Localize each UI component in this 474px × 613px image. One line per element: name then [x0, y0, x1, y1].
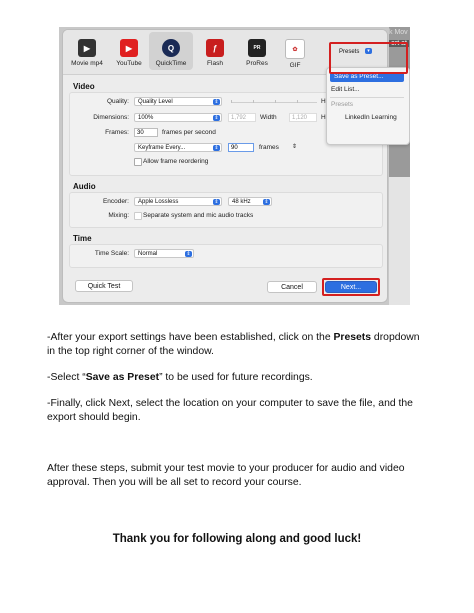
mixing-label: Mixing: [108, 212, 129, 219]
video-section-title: Video [73, 82, 95, 91]
dimensions-label: Dimensions: [93, 114, 129, 121]
p2-pre: -Select “ [47, 372, 86, 383]
format-movie-mp4[interactable]: ▶ Movie mp4 [65, 36, 109, 67]
instruction-paragraph-2: -Select “Save as Preset” to be used for … [47, 371, 427, 385]
gif-icon: ✿ [285, 39, 305, 59]
chevron-updown-icon: ⇕ [213, 115, 220, 121]
audio-section-title: Audio [73, 182, 96, 191]
width-field: 1,792 [228, 113, 256, 122]
allow-frame-reordering-checkbox[interactable] [134, 158, 142, 166]
frames-field[interactable]: 30 [134, 128, 158, 137]
instruction-paragraph-1: -After your export settings have been es… [47, 331, 427, 359]
chevron-updown-icon: ⇕ [185, 251, 192, 257]
slider-tick [297, 100, 298, 103]
format-gif[interactable]: ✿ GIF [273, 36, 317, 69]
quick-test-button[interactable]: Quick Test [75, 280, 133, 292]
p2-bold: Save as Preset [85, 372, 160, 383]
time-scale-value: Normal [138, 251, 158, 257]
next-button-highlight [322, 278, 380, 296]
sample-rate-select[interactable]: 48 kHz ⇕ [228, 197, 272, 206]
frames-unit: frames per second [162, 129, 216, 136]
format-youtube[interactable]: ▶ YouTube [107, 36, 151, 67]
keyframe-value: Keyframe Every... [138, 145, 186, 151]
width-label: Width [260, 114, 277, 121]
background-window-body [389, 177, 410, 305]
dimensions-select[interactable]: 100% ⇕ [134, 113, 222, 122]
keyframe-unit: frames [259, 144, 279, 151]
slider-tick [231, 100, 232, 103]
chevron-updown-icon: ⇕ [213, 99, 220, 105]
instruction-paragraph-3: -Finally, click Next, select the locatio… [47, 398, 413, 423]
quality-select[interactable]: Quality Level ⇕ [134, 97, 222, 106]
keyframe-select[interactable]: Keyframe Every... ⇕ [134, 143, 222, 152]
cancel-button[interactable]: Cancel [267, 281, 317, 293]
quality-slider[interactable] [231, 102, 317, 103]
format-label: Flash [207, 60, 223, 67]
stepper-icon[interactable]: ⇕ [292, 143, 297, 150]
p2-post: ” to be used for future recordings. [159, 372, 313, 383]
chevron-updown-icon: ⇕ [213, 199, 220, 205]
p1-bold: Presets [333, 332, 372, 343]
edit-list-item[interactable]: Edit List... [331, 86, 360, 93]
slider-tick [275, 100, 276, 103]
slider-tick [253, 100, 254, 103]
background-window-title: k Mov [389, 29, 408, 36]
keyframe-number-field[interactable]: 90 [228, 143, 254, 152]
sample-rate-value: 48 kHz [232, 199, 251, 205]
linkedin-learning-item[interactable]: LinkedIn Learning [345, 114, 397, 121]
closing-line: Thank you for following along and good l… [112, 533, 362, 545]
allow-frame-reordering-label: Allow frame reordering [143, 158, 209, 165]
presets-menu: Save as Preset... Edit List... Presets L… [326, 67, 410, 145]
dimensions-value: 100% [138, 115, 154, 121]
height-field: 1,120 [289, 113, 317, 122]
format-flash[interactable]: ƒ Flash [193, 36, 237, 67]
encoder-label: Encoder: [102, 198, 129, 205]
frames-label: Frames: [105, 129, 129, 136]
export-settings-screenshot: k Mov ort at ▶ Movie mp4 ▶ YouTube Q Qui… [59, 27, 410, 305]
mixing-text: Separate system and mic audio tracks [143, 212, 254, 219]
time-scale-label: Time Scale: [94, 250, 129, 257]
format-quicktime[interactable]: Q QuickTime [149, 32, 193, 70]
quicktime-icon: Q [162, 39, 180, 57]
chevron-updown-icon: ⇕ [213, 145, 220, 151]
time-section-title: Time [73, 234, 92, 243]
prores-icon: PR [248, 39, 266, 57]
menu-divider [330, 97, 404, 98]
youtube-icon: ▶ [120, 39, 138, 57]
quality-label: Quality: [106, 98, 129, 105]
quality-value: Quality Level [138, 99, 173, 105]
encoder-select[interactable]: Apple Lossless ⇕ [134, 197, 222, 206]
instruction-paragraph-4: After these steps, submit your test movi… [47, 463, 405, 488]
mixing-checkbox[interactable] [134, 212, 142, 220]
format-label: QuickTime [155, 60, 187, 67]
presets-highlight [329, 42, 408, 74]
time-scale-select[interactable]: Normal ⇕ [134, 249, 194, 258]
format-label: Movie mp4 [71, 60, 103, 67]
movie-mp4-icon: ▶ [78, 39, 96, 57]
format-label: YouTube [116, 60, 142, 67]
flash-icon: ƒ [206, 39, 224, 57]
encoder-value: Apple Lossless [138, 199, 179, 205]
presets-section-header: Presets [331, 101, 354, 108]
chevron-updown-icon: ⇕ [263, 199, 270, 205]
format-label: GIF [289, 62, 301, 69]
p1-pre: -After your export settings have been es… [47, 332, 334, 343]
